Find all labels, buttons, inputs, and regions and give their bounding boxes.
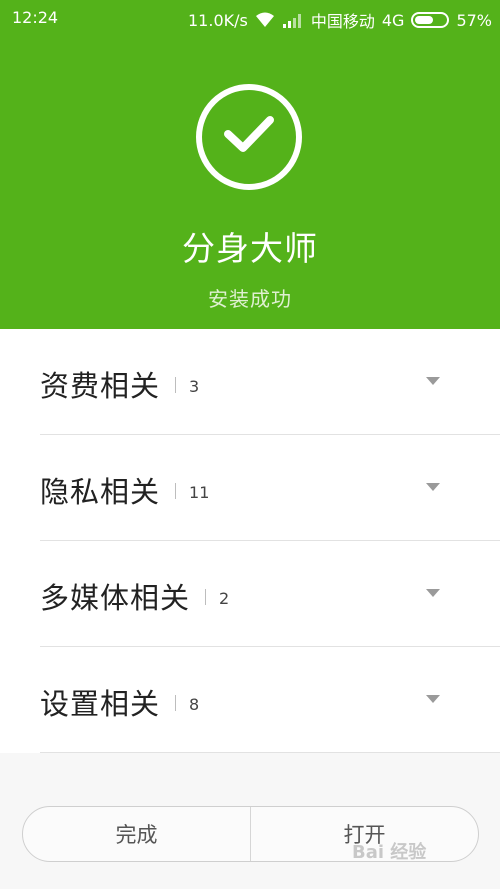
permission-item-billing[interactable]: 资费相关 3 [0, 329, 500, 435]
network-speed: 11.0K/s [188, 10, 248, 30]
separator [175, 377, 177, 393]
divider [40, 752, 500, 753]
permission-title: 多媒体相关 [40, 581, 191, 615]
app-name: 分身大师 [182, 229, 318, 268]
permission-item-settings[interactable]: 设置相关 8 [0, 647, 500, 753]
signal-icon [282, 12, 304, 28]
battery-level [415, 16, 433, 24]
carrier-name: 中国移动 [310, 12, 375, 31]
permission-count: 8 [189, 695, 200, 714]
separator [175, 695, 177, 711]
done-button[interactable]: 完成 [23, 807, 250, 861]
header: 12:24 11.0K/s 中国移动 4G 57% 分身大师 安装成功 [0, 0, 500, 329]
battery-icon [411, 12, 450, 28]
permission-label: 设置相关 8 [40, 681, 199, 723]
permission-label: 隐私相关 11 [40, 469, 209, 511]
permission-title: 设置相关 [40, 687, 161, 721]
permission-count: 11 [189, 483, 210, 502]
permission-list: 资费相关 3 隐私相关 11 多媒体相关 2 设置相关 8 [0, 329, 500, 753]
permission-title: 资费相关 [40, 369, 161, 403]
permission-title: 隐私相关 [40, 475, 161, 509]
permission-count: 3 [189, 377, 200, 396]
wifi-icon [255, 12, 275, 28]
network-type: 4G [381, 10, 405, 30]
permission-label: 资费相关 3 [40, 363, 199, 405]
chevron-down-icon[interactable] [426, 589, 440, 597]
install-status: 安装成功 [208, 287, 292, 311]
status-right: 11.0K/s 中国移动 4G 57% [188, 8, 492, 32]
chevron-down-icon[interactable] [426, 377, 440, 385]
watermark-logo: Bai 经验 [352, 842, 427, 863]
status-time: 12:24 [12, 8, 59, 27]
permission-label: 多媒体相关 2 [40, 575, 229, 617]
battery-percent: 57% [456, 10, 492, 30]
separator [205, 589, 207, 605]
permission-count: 2 [219, 589, 230, 608]
permission-item-privacy[interactable]: 隐私相关 11 [0, 435, 500, 541]
separator [175, 483, 177, 499]
chevron-down-icon[interactable] [426, 695, 440, 703]
check-circle-icon [196, 84, 302, 190]
status-bar: 12:24 11.0K/s 中国移动 4G 57% [0, 0, 500, 36]
permission-item-multimedia[interactable]: 多媒体相关 2 [0, 541, 500, 647]
chevron-down-icon[interactable] [426, 483, 440, 491]
